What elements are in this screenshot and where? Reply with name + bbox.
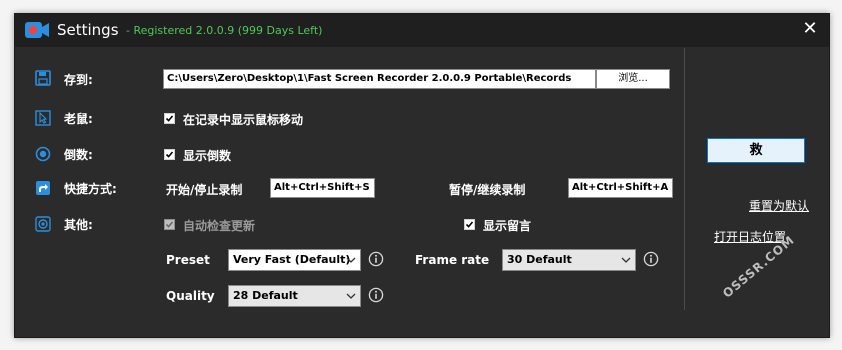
- checkmark-icon: [165, 151, 174, 158]
- chevron-down-icon: [346, 293, 356, 299]
- window-title: Settings: [57, 21, 119, 39]
- show-comments-option-label[interactable]: 显示留言: [483, 217, 531, 234]
- start-stop-label: 开始/停止录制: [166, 183, 243, 197]
- pause-resume-label: 暂停/继续录制: [449, 183, 526, 197]
- settings-window: Settings - Registered 2.0.0.9 (999 Days …: [14, 13, 830, 338]
- save-button[interactable]: 救: [707, 138, 805, 163]
- checkmark-icon: [165, 221, 174, 228]
- chevron-down-icon: [346, 257, 356, 263]
- hotkeys-label: 快捷方式:: [64, 182, 117, 196]
- video-camera-icon: [25, 22, 49, 38]
- quality-select[interactable]: 28 Default: [228, 285, 361, 307]
- auto-update-checkbox[interactable]: [164, 219, 175, 230]
- frame-rate-value: 30 Default: [507, 253, 572, 266]
- save-path-field[interactable]: C:\Users\Zero\Desktop\1\Fast Screen Reco…: [163, 69, 596, 89]
- info-circle-icon[interactable]: [643, 251, 659, 267]
- show-countdown-option-label[interactable]: 显示倒数: [183, 147, 231, 164]
- registration-status: - Registered 2.0.0.9 (999 Days Left): [126, 24, 323, 37]
- shortcut-arrow-icon: [36, 181, 50, 195]
- save-to-label: 存到:: [64, 73, 93, 87]
- show-mouse-option-label[interactable]: 在记录中显示鼠标移动: [183, 111, 303, 128]
- gear-icon: [35, 216, 51, 232]
- chevron-down-icon: [621, 257, 631, 263]
- floppy-disk-icon: [35, 70, 51, 86]
- auto-update-option-label[interactable]: 自动检查更新: [183, 217, 255, 234]
- close-icon[interactable]: ✕: [799, 18, 821, 40]
- preset-value: Very Fast (Default): [233, 253, 351, 266]
- info-circle-icon[interactable]: [368, 287, 384, 303]
- reset-defaults-link[interactable]: 重置为默认: [749, 197, 809, 214]
- quality-label: Quality: [166, 289, 215, 303]
- cursor-icon: [35, 110, 51, 126]
- quality-value: 28 Default: [233, 289, 298, 302]
- info-circle-icon[interactable]: [368, 251, 384, 267]
- checkmark-icon: [165, 115, 174, 122]
- preset-select[interactable]: Very Fast (Default): [228, 249, 361, 271]
- title-bar[interactable]: Settings - Registered 2.0.0.9 (999 Days …: [15, 14, 829, 47]
- start-stop-hotkey-field[interactable]: Alt+Ctrl+Shift+S: [270, 178, 375, 198]
- frame-rate-label: Frame rate: [415, 253, 490, 267]
- panel-divider: [684, 48, 685, 310]
- preset-label: Preset: [166, 253, 210, 267]
- pause-resume-hotkey-field[interactable]: Alt+Ctrl+Shift+A: [568, 178, 673, 198]
- mouse-label: 老鼠:: [64, 112, 93, 126]
- show-countdown-checkbox[interactable]: [164, 149, 175, 160]
- show-mouse-checkbox[interactable]: [164, 113, 175, 124]
- countdown-label: 倒数:: [64, 148, 93, 162]
- checkmark-icon: [465, 221, 474, 228]
- browse-button[interactable]: 浏览...: [596, 69, 670, 89]
- show-comments-checkbox[interactable]: [464, 219, 475, 230]
- stopwatch-icon: [35, 146, 51, 162]
- other-label: 其他:: [64, 218, 93, 232]
- frame-rate-select[interactable]: 30 Default: [502, 249, 636, 271]
